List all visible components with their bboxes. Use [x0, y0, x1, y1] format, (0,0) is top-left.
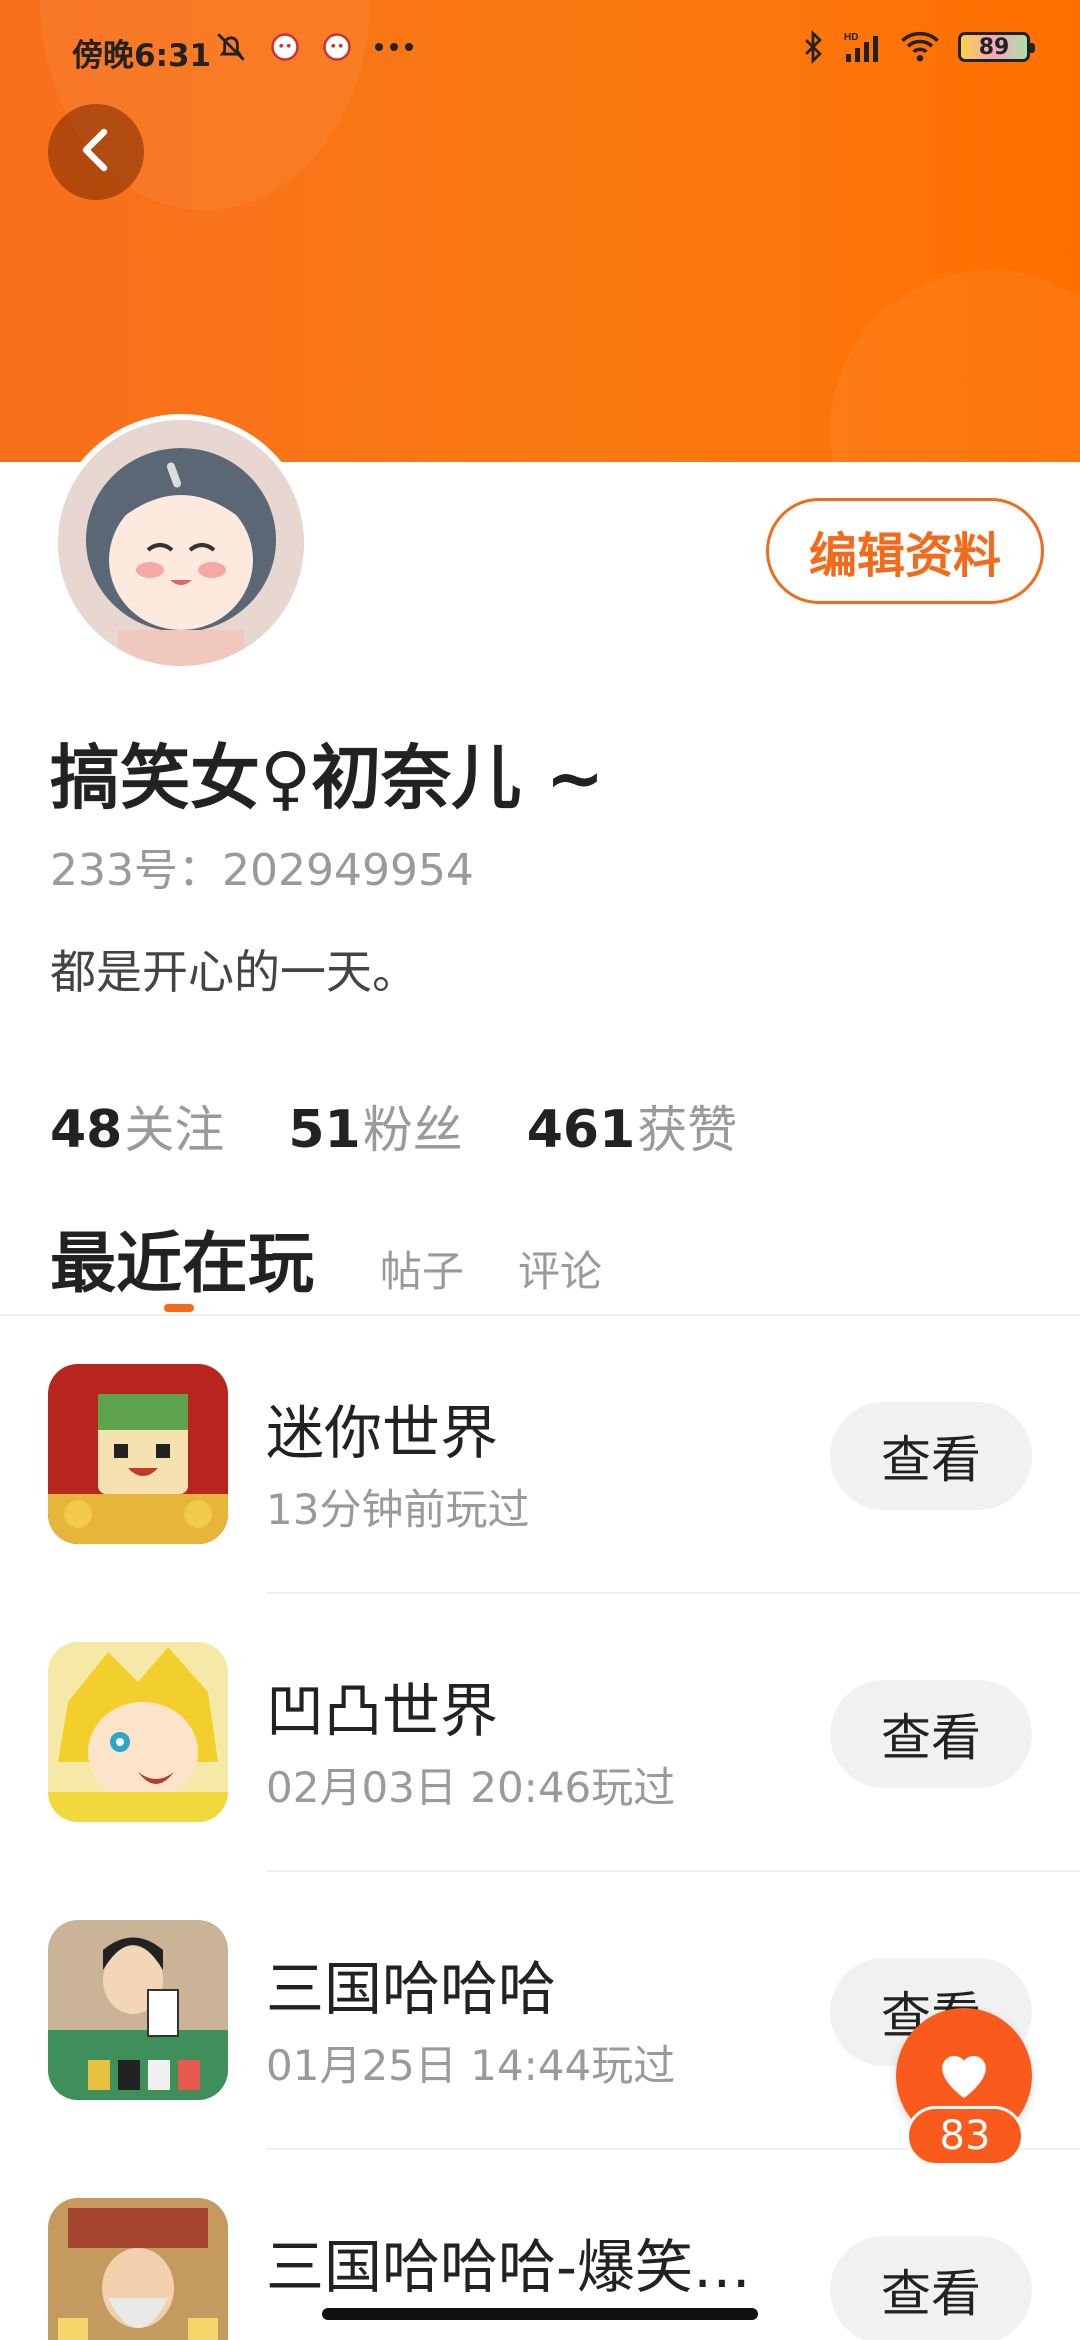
game-title: 凹凸世界 [266, 1677, 499, 1745]
bluetooth-icon [802, 30, 824, 64]
avatar[interactable] [52, 414, 310, 672]
tab-indicator [164, 1304, 194, 1312]
game-icon-three-kingdoms [48, 1920, 228, 2100]
home-indicator[interactable] [322, 2308, 758, 2320]
user-id: 233号：202949954 [50, 845, 474, 896]
stat-number: 461 [526, 1100, 636, 1160]
stat-number: 48 [50, 1100, 123, 1160]
view-button[interactable]: 查看 [830, 1402, 1032, 1510]
more-notifications-icon [374, 42, 414, 52]
app-notification-icon [322, 32, 352, 62]
banner-decoration [830, 270, 1080, 462]
stats-bar: 48 关注 51 粉丝 461 获赞 [50, 1090, 737, 1162]
tab-posts[interactable]: 帖子 [380, 1238, 464, 1299]
wifi-icon [900, 31, 940, 63]
hd-label: HD [844, 32, 858, 43]
game-icon-three-kingdoms-funny [48, 2198, 228, 2340]
stat-label: 关注 [124, 1101, 225, 1159]
stat-label: 粉丝 [362, 1101, 463, 1159]
list-item[interactable]: 凹凸世界 02月03日 20:46玩过 查看 [0, 1594, 1080, 1872]
recent-games-list: 迷你世界 13分钟前玩过 查看 凹凸世界 02月03日 20:46玩过 查看 三… [0, 1316, 1080, 2340]
back-button[interactable] [48, 104, 144, 200]
tab-bar: 最近在玩 帖子 评论 [50, 1210, 656, 1306]
stat-label: 获赞 [637, 1101, 738, 1159]
app-notification-icon [270, 32, 300, 62]
heart-icon [935, 2047, 993, 2105]
bio: 都是开心的一天。 [50, 945, 418, 999]
game-last-played: 01月25日 14:44玩过 [266, 2041, 676, 2090]
battery-level: 89 [978, 34, 1010, 60]
avatar-image [58, 420, 304, 666]
game-icon-aotu-world [48, 1642, 228, 1822]
tab-recently-played[interactable]: 最近在玩 [50, 1210, 314, 1306]
status-bar: 傍晚6:31 HD 89 [0, 0, 1080, 100]
view-button[interactable]: 查看 [830, 1680, 1032, 1788]
game-last-played: 02月03日 20:46玩过 [266, 1763, 676, 1812]
stat-following[interactable]: 48 关注 [50, 1090, 224, 1162]
chevron-left-icon [76, 126, 116, 178]
stat-followers[interactable]: 51 粉丝 [288, 1090, 462, 1162]
like-count: 83 [906, 2106, 1024, 2166]
list-item[interactable]: 迷你世界 13分钟前玩过 查看 [0, 1316, 1080, 1594]
edit-profile-button[interactable]: 编辑资料 [766, 498, 1044, 604]
game-last-played: 13分钟前玩过 [266, 1485, 530, 1534]
nickname: 搞笑女♀初奈儿 ~ [50, 737, 605, 819]
stat-number: 51 [288, 1100, 361, 1160]
game-icon-mini-world [48, 1364, 228, 1544]
signal-icon: HD [842, 30, 882, 64]
view-button[interactable]: 查看 [830, 2236, 1032, 2340]
stat-likes[interactable]: 461 获赞 [527, 1090, 738, 1162]
battery-indicator: 89 [958, 32, 1035, 62]
game-title: 三国哈哈哈-爆笑… [266, 2233, 751, 2301]
tab-comments[interactable]: 评论 [518, 1238, 602, 1299]
game-title: 迷你世界 [266, 1399, 499, 1467]
mute-bell-icon [214, 30, 248, 64]
status-time: 傍晚6:31 [72, 38, 212, 74]
game-title: 三国哈哈哈 [266, 1955, 557, 2023]
